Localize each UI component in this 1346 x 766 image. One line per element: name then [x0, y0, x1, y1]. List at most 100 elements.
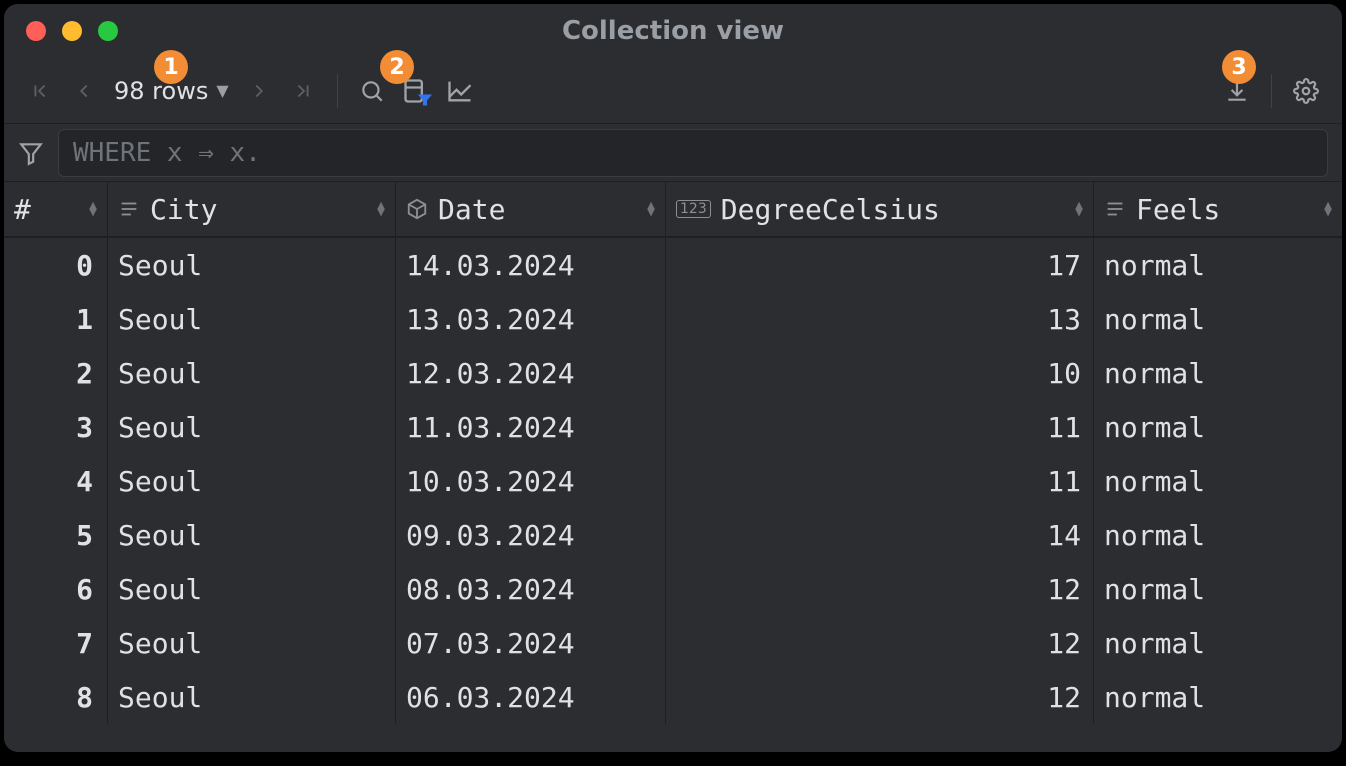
column-label: #	[14, 193, 79, 226]
cell-feels[interactable]: normal	[1094, 346, 1342, 400]
cell-city[interactable]: Seoul	[108, 346, 396, 400]
cell-index: 0	[4, 238, 108, 292]
cell-index: 3	[4, 400, 108, 454]
filter-columns-button[interactable]	[396, 71, 436, 111]
cell-index: 5	[4, 508, 108, 562]
cell-degree[interactable]: 13	[666, 292, 1094, 346]
cell-city[interactable]: Seoul	[108, 292, 396, 346]
cell-date[interactable]: 09.03.2024	[396, 508, 666, 562]
cell-feels[interactable]: normal	[1094, 616, 1342, 670]
cell-feels[interactable]: normal	[1094, 238, 1342, 292]
cell-city[interactable]: Seoul	[108, 616, 396, 670]
filter-placeholder-x1: x	[151, 138, 198, 168]
titlebar: Collection view	[4, 4, 1342, 58]
close-icon[interactable]	[26, 21, 46, 41]
cell-feels[interactable]: normal	[1094, 454, 1342, 508]
cell-degree[interactable]: 11	[666, 400, 1094, 454]
chart-button[interactable]	[440, 71, 480, 111]
column-header-feels[interactable]: Feels ▲▼	[1094, 182, 1342, 236]
cell-city[interactable]: Seoul	[108, 454, 396, 508]
filter-placeholder-where: WHERE	[73, 138, 151, 168]
column-label: Date	[438, 193, 637, 226]
number-type-icon: 123	[676, 200, 711, 218]
cell-date[interactable]: 06.03.2024	[396, 670, 666, 724]
filter-input[interactable]: WHERE x ⇒ x.	[58, 129, 1328, 177]
table-row[interactable]: 4Seoul10.03.202411normal	[4, 454, 1342, 508]
column-header-date[interactable]: Date ▲▼	[396, 182, 666, 236]
traffic-lights	[4, 21, 118, 41]
separator	[337, 74, 338, 108]
cell-feels[interactable]: normal	[1094, 508, 1342, 562]
cell-degree[interactable]: 10	[666, 346, 1094, 400]
download-button[interactable]	[1217, 71, 1257, 111]
cell-index: 2	[4, 346, 108, 400]
cell-degree[interactable]: 17	[666, 238, 1094, 292]
cell-index: 6	[4, 562, 108, 616]
cell-city[interactable]: Seoul	[108, 400, 396, 454]
column-header-index[interactable]: # ▲▼	[4, 182, 108, 236]
cell-feels[interactable]: normal	[1094, 670, 1342, 724]
cell-date[interactable]: 13.03.2024	[396, 292, 666, 346]
table-header-row: # ▲▼ City ▲▼ Date ▲▼ 123 DegreeCelsius	[4, 182, 1342, 238]
toolbar: 98 rows ▼	[4, 58, 1342, 124]
rows-count-dropdown[interactable]: 98 rows ▼	[108, 77, 235, 105]
table-row[interactable]: 5Seoul09.03.202414normal	[4, 508, 1342, 562]
sort-icon: ▲▼	[377, 202, 385, 216]
column-label: DegreeCelsius	[721, 193, 1065, 226]
cell-date[interactable]: 08.03.2024	[396, 562, 666, 616]
column-label: City	[150, 193, 367, 226]
filter-placeholder-x2: x.	[214, 138, 261, 168]
minimize-icon[interactable]	[62, 21, 82, 41]
cell-date[interactable]: 12.03.2024	[396, 346, 666, 400]
cell-degree[interactable]: 12	[666, 562, 1094, 616]
column-header-city[interactable]: City ▲▼	[108, 182, 396, 236]
sort-icon: ▲▼	[89, 202, 97, 216]
cell-city[interactable]: Seoul	[108, 562, 396, 616]
settings-button[interactable]	[1286, 71, 1326, 111]
cell-date[interactable]: 14.03.2024	[396, 238, 666, 292]
table-body: 0Seoul14.03.202417normal1Seoul13.03.2024…	[4, 238, 1342, 724]
next-page-button[interactable]	[239, 71, 279, 111]
sort-icon: ▲▼	[1075, 202, 1083, 216]
sort-icon: ▲▼	[1324, 202, 1332, 216]
cell-feels[interactable]: normal	[1094, 562, 1342, 616]
table-row[interactable]: 6Seoul08.03.202412normal	[4, 562, 1342, 616]
arrow-icon: ⇒	[198, 138, 214, 168]
filter-icon[interactable]	[18, 140, 44, 166]
text-type-icon	[118, 198, 140, 220]
last-page-button[interactable]	[283, 71, 323, 111]
cell-index: 4	[4, 454, 108, 508]
table-row[interactable]: 8Seoul06.03.202412normal	[4, 670, 1342, 724]
cell-degree[interactable]: 14	[666, 508, 1094, 562]
cell-city[interactable]: Seoul	[108, 508, 396, 562]
cell-index: 1	[4, 292, 108, 346]
app-window: 1 2 3 Collection view 98 rows ▼	[4, 4, 1342, 752]
table-row[interactable]: 2Seoul12.03.202410normal	[4, 346, 1342, 400]
zoom-icon[interactable]	[98, 21, 118, 41]
cell-city[interactable]: Seoul	[108, 670, 396, 724]
data-table: # ▲▼ City ▲▼ Date ▲▼ 123 DegreeCelsius	[4, 182, 1342, 752]
table-row[interactable]: 7Seoul07.03.202412normal	[4, 616, 1342, 670]
filter-bar: WHERE x ⇒ x.	[4, 124, 1342, 182]
cell-city[interactable]: Seoul	[108, 238, 396, 292]
sort-icon: ▲▼	[647, 202, 655, 216]
table-row[interactable]: 0Seoul14.03.202417normal	[4, 238, 1342, 292]
cell-degree[interactable]: 12	[666, 670, 1094, 724]
first-page-button[interactable]	[20, 71, 60, 111]
cell-date[interactable]: 11.03.2024	[396, 400, 666, 454]
column-header-degree[interactable]: 123 DegreeCelsius ▲▼	[666, 182, 1094, 236]
cell-degree[interactable]: 12	[666, 616, 1094, 670]
cell-index: 8	[4, 670, 108, 724]
table-row[interactable]: 3Seoul11.03.202411normal	[4, 400, 1342, 454]
cell-date[interactable]: 10.03.2024	[396, 454, 666, 508]
prev-page-button[interactable]	[64, 71, 104, 111]
cell-feels[interactable]: normal	[1094, 292, 1342, 346]
cell-date[interactable]: 07.03.2024	[396, 616, 666, 670]
search-button[interactable]	[352, 71, 392, 111]
cell-degree[interactable]: 11	[666, 454, 1094, 508]
table-row[interactable]: 1Seoul13.03.202413normal	[4, 292, 1342, 346]
column-label: Feels	[1136, 193, 1314, 226]
cell-feels[interactable]: normal	[1094, 400, 1342, 454]
chevron-down-icon: ▼	[216, 81, 228, 100]
separator	[1271, 74, 1272, 108]
